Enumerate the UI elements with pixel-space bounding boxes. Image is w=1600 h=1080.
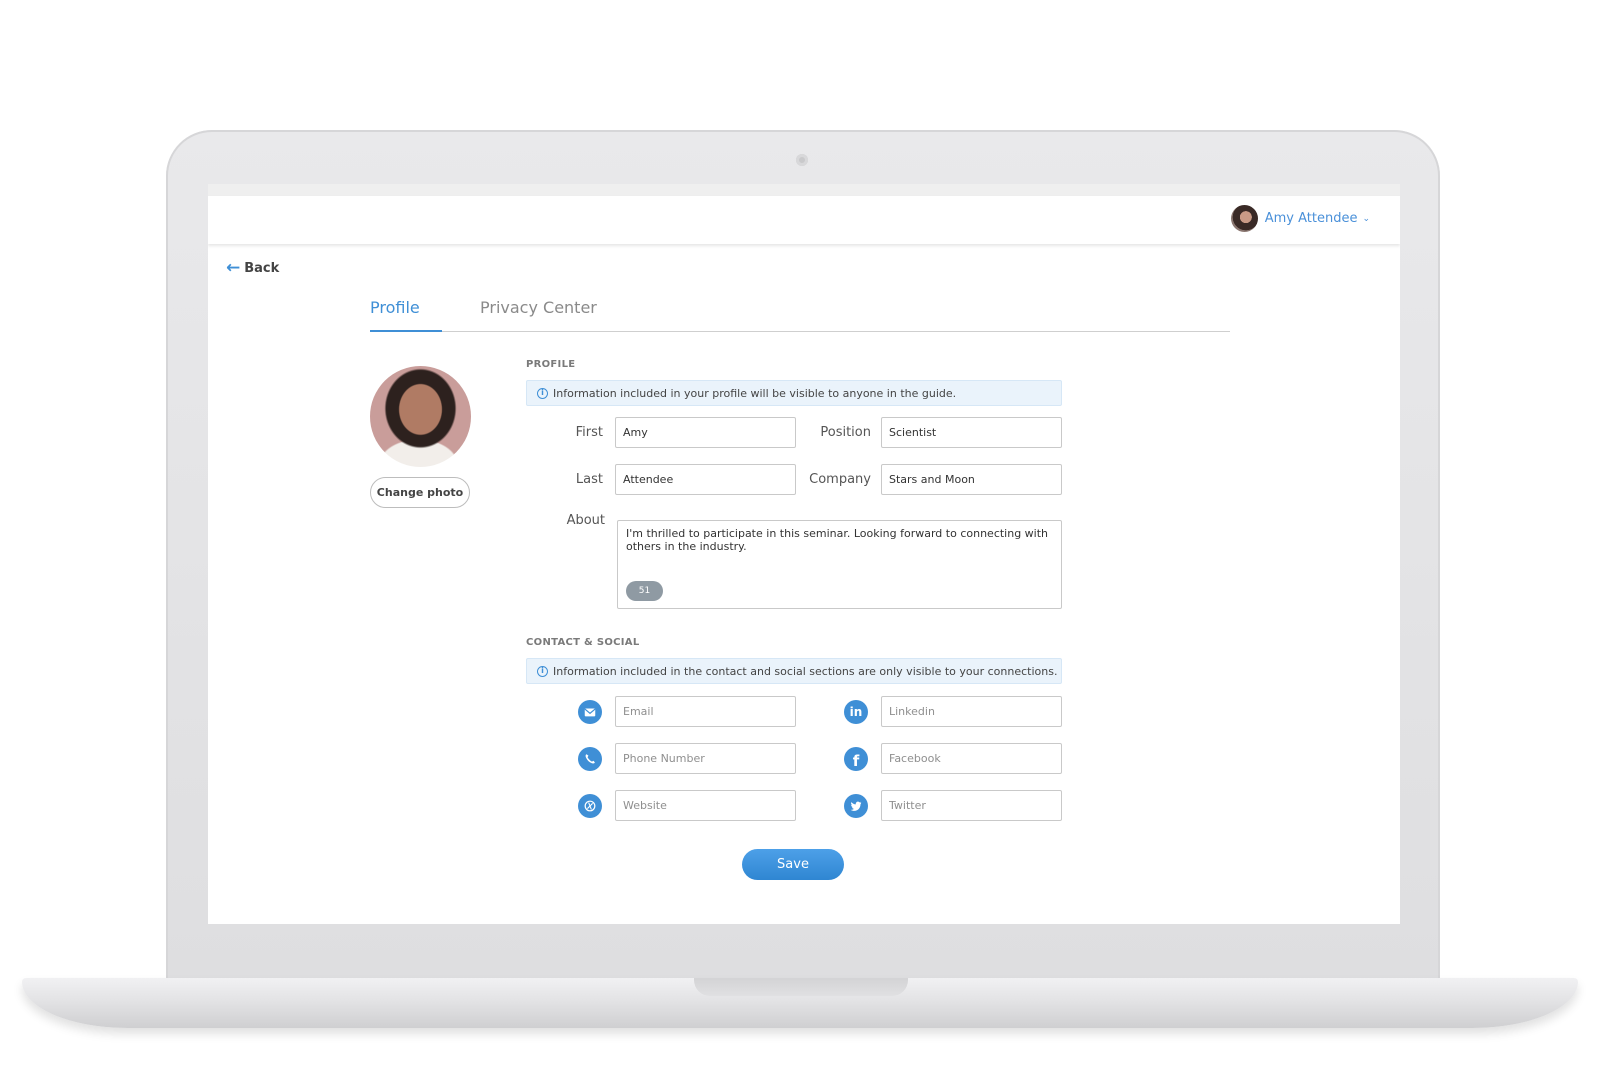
laptop-base-notch: [694, 978, 908, 996]
tab-profile[interactable]: Profile: [370, 294, 442, 332]
company-input[interactable]: [881, 464, 1062, 495]
about-textarea[interactable]: I'm thrilled to participate in this semi…: [617, 520, 1062, 609]
first-name-input[interactable]: [615, 417, 796, 448]
screen: Amy Attendee ⌄ ← Back Profile Privacy Ce…: [208, 184, 1400, 924]
email-input[interactable]: [615, 696, 796, 727]
about-text: I'm thrilled to participate in this semi…: [626, 527, 1049, 553]
facebook-input[interactable]: [881, 743, 1062, 774]
profile-section-title: PROFILE: [526, 359, 576, 370]
website-input[interactable]: [615, 790, 796, 821]
user-avatar: [1230, 205, 1258, 232]
change-photo-button[interactable]: Change photo: [370, 477, 470, 508]
linkedin-icon: in: [844, 700, 868, 724]
user-name: Amy Attendee: [1264, 211, 1358, 226]
last-name-input[interactable]: [615, 464, 796, 495]
profile-notice: i Information included in your profile w…: [526, 380, 1062, 406]
linkedin-glyph: in: [849, 705, 863, 719]
contact-notice: i Information included in the contact an…: [526, 658, 1062, 684]
back-label: Back: [244, 261, 280, 276]
linkedin-input[interactable]: [881, 696, 1062, 727]
contact-section-title: CONTACT & SOCIAL: [526, 637, 640, 648]
profile-photo: [370, 366, 471, 467]
info-icon: i: [537, 387, 548, 399]
company-label: Company: [809, 472, 871, 487]
back-arrow-icon: ←: [226, 258, 241, 278]
facebook-glyph: f: [852, 751, 860, 770]
website-icon: [578, 794, 602, 818]
back-link[interactable]: ← Back: [226, 260, 279, 277]
about-label: About: [566, 513, 605, 528]
email-icon: [578, 700, 602, 724]
facebook-icon: f: [844, 747, 868, 771]
profile-notice-text: Information included in your profile wil…: [553, 386, 957, 400]
tab-privacy-center[interactable]: Privacy Center: [480, 294, 597, 332]
phone-icon: [578, 747, 602, 771]
tab-bar: Profile Privacy Center: [370, 294, 1230, 332]
info-icon: i: [537, 665, 548, 677]
position-label: Position: [820, 425, 871, 440]
screen-top-strip: [208, 184, 1400, 196]
twitter-icon: [844, 794, 868, 818]
save-button[interactable]: Save: [742, 849, 844, 880]
chevron-down-icon: ⌄: [1362, 213, 1370, 224]
character-count-badge: 51: [626, 581, 663, 601]
twitter-input[interactable]: [881, 790, 1062, 821]
top-bar: Amy Attendee ⌄: [208, 196, 1400, 244]
user-menu[interactable]: Amy Attendee ⌄: [1230, 205, 1370, 232]
position-input[interactable]: [881, 417, 1062, 448]
first-label: First: [575, 425, 603, 440]
camera: [796, 154, 808, 166]
last-label: Last: [575, 472, 603, 487]
phone-input[interactable]: [615, 743, 796, 774]
contact-notice-text: Information included in the contact and …: [553, 664, 1058, 678]
